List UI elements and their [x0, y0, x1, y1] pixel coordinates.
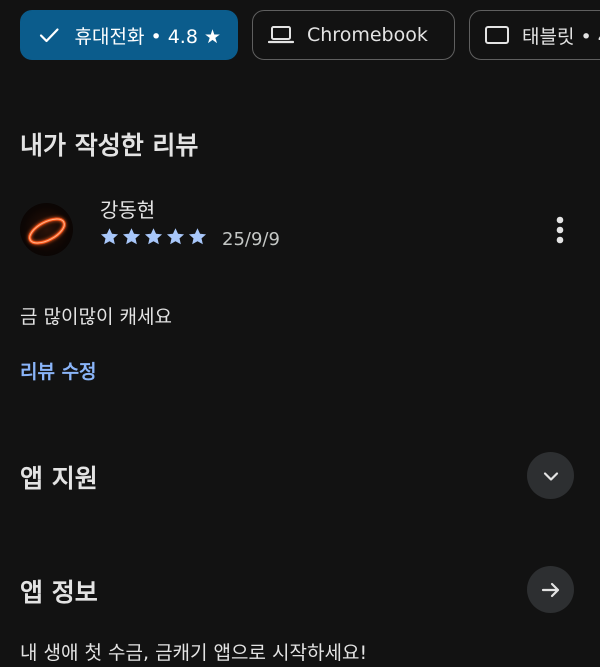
arrow-right-icon	[541, 582, 559, 597]
chip-phone-label: 휴대전화 • 4.8 ★	[74, 25, 222, 48]
app-support-expand-button[interactable]	[527, 452, 574, 499]
laptop-icon	[267, 21, 295, 49]
edit-review-link[interactable]: 리뷰 수정	[20, 357, 97, 384]
tablet-icon	[484, 21, 510, 49]
review-date: 25/9/9	[222, 229, 280, 250]
chip-chromebook[interactable]: Chromebook	[252, 10, 455, 60]
chip-tablet[interactable]: 태블릿 • 4	[469, 10, 600, 60]
chip-phone[interactable]: 휴대전화 • 4.8 ★	[20, 10, 238, 60]
chip-tablet-label: 태블릿 • 4	[522, 25, 600, 48]
star-icon	[122, 228, 141, 245]
device-chip-row: 휴대전화 • 4.8 ★ Chromebook 태블릿 • 4	[20, 10, 600, 60]
chevron-down-icon	[543, 471, 558, 481]
star-icon	[100, 228, 119, 245]
rating-stars	[99, 226, 208, 247]
review-text: 금 많이많이 캐세요	[20, 306, 172, 328]
check-icon	[35, 21, 63, 49]
chip-chromebook-label: Chromebook	[307, 24, 428, 46]
app-details-page: 휴대전화 • 4.8 ★ Chromebook 태블릿 • 4 내가 작성한 리…	[0, 0, 600, 667]
app-info-title: 앱 정보	[20, 578, 98, 607]
my-review-heading: 내가 작성한 리뷰	[20, 131, 199, 160]
app-info-open-button[interactable]	[527, 566, 574, 613]
star-icon	[188, 228, 207, 245]
reviewer-name: 강동현	[100, 198, 156, 222]
star-icon	[144, 228, 163, 245]
app-description: 내 생애 첫 수금, 금캐기 앱으로 시작하세요!	[20, 642, 368, 664]
more-vert-icon	[556, 216, 564, 244]
app-support-title: 앱 지원	[20, 464, 98, 493]
avatar	[20, 203, 73, 256]
star-icon	[166, 228, 185, 245]
more-options-button[interactable]	[546, 212, 574, 248]
